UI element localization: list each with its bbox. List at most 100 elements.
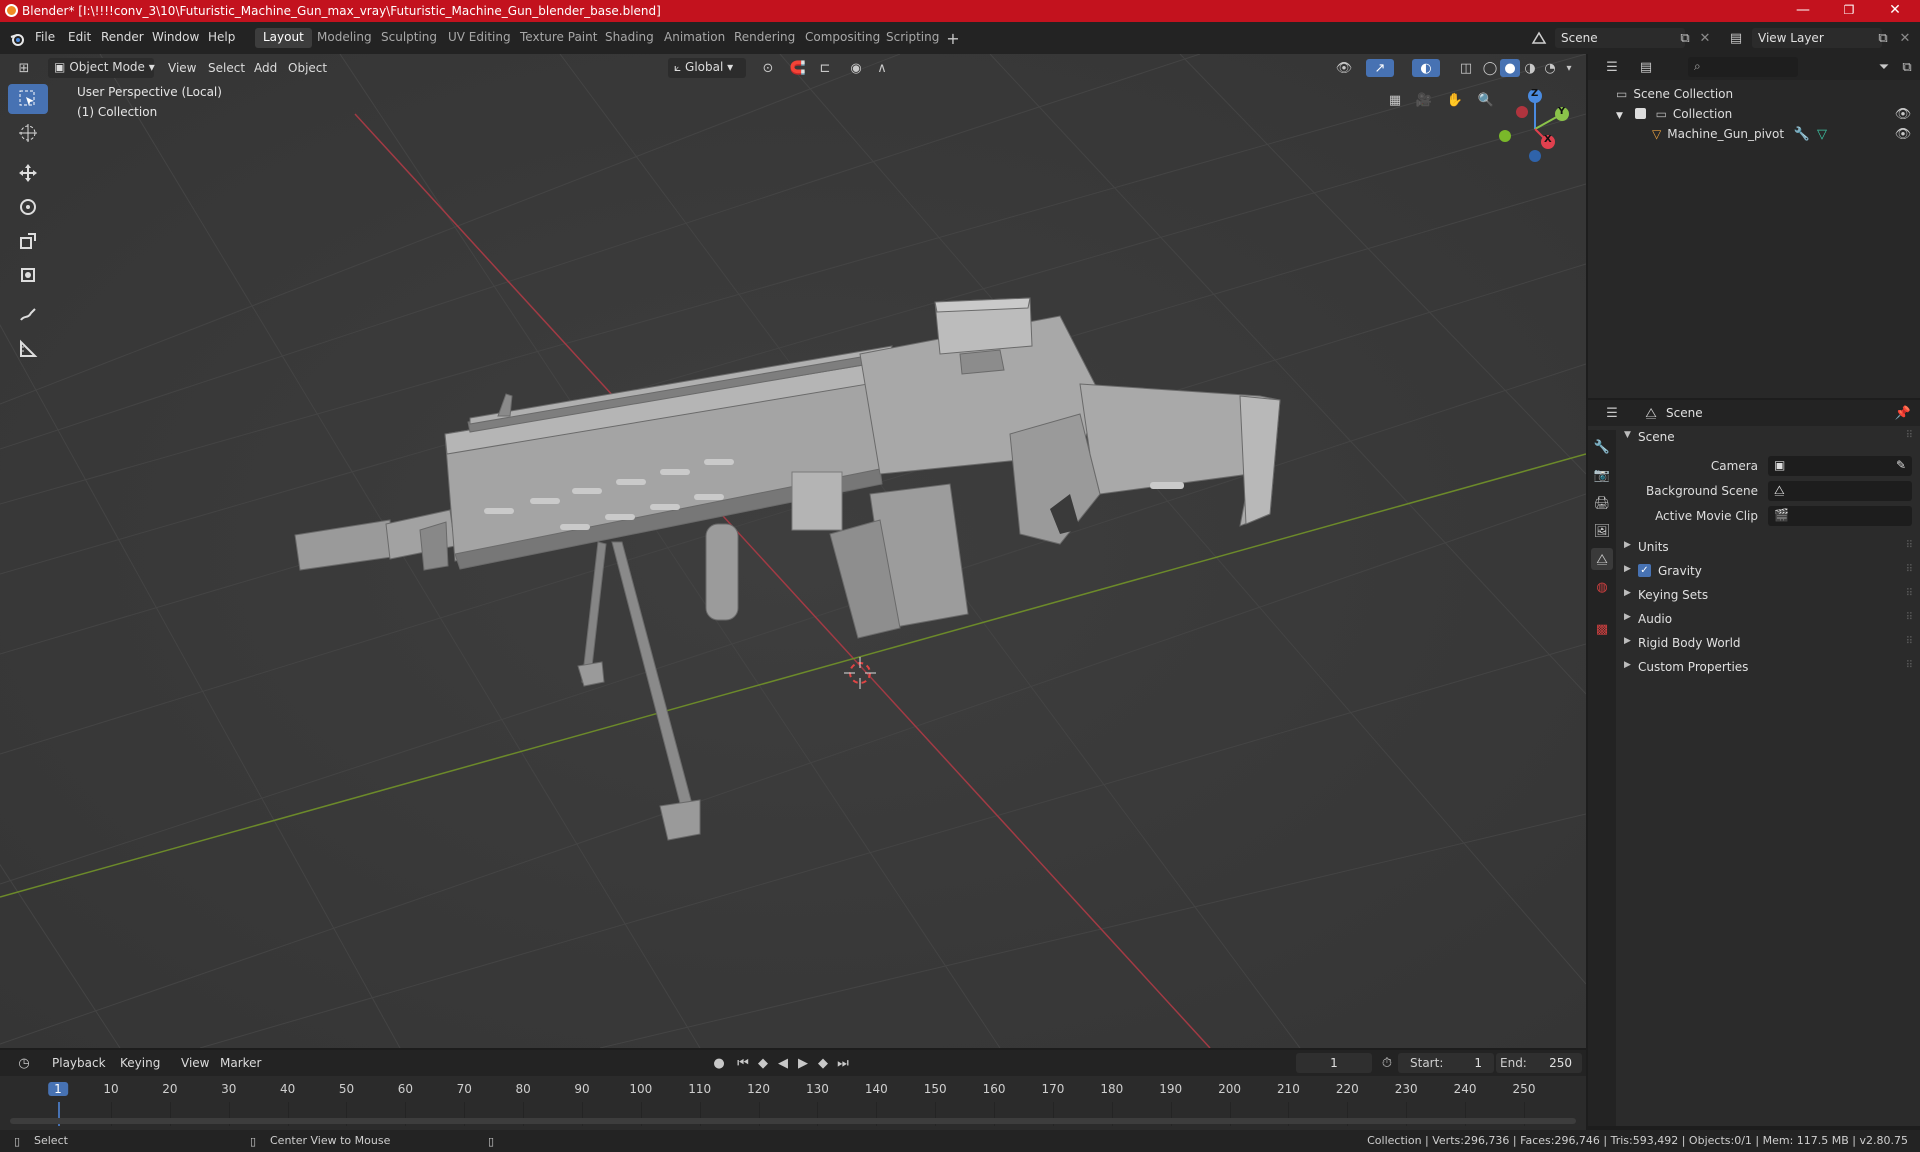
filter-icon[interactable]: ⏷ bbox=[1870, 58, 1898, 76]
add-workspace-icon[interactable]: + bbox=[944, 29, 962, 48]
editor-type-icon[interactable]: ⊞ bbox=[10, 59, 38, 77]
object-visibility-eye-icon[interactable]: 👁 bbox=[1894, 126, 1912, 142]
cursor-tool[interactable] bbox=[8, 118, 48, 148]
scene-name-field[interactable]: Scene bbox=[1555, 28, 1685, 48]
tab-layout[interactable]: Layout bbox=[255, 28, 312, 48]
play-reverse-icon[interactable]: ◀ bbox=[774, 1054, 792, 1072]
proportional-editing-icon[interactable]: ◉ bbox=[846, 59, 866, 77]
outliner-object-row[interactable]: ▽ Machine_Gun_pivot bbox=[1636, 127, 1784, 141]
outliner-scene-collection[interactable]: ▭ Scene Collection bbox=[1616, 87, 1733, 101]
menu-timeline-view[interactable]: View bbox=[181, 1056, 209, 1070]
blender-menu-icon[interactable] bbox=[8, 30, 26, 48]
camera-view-icon[interactable]: 🎥 bbox=[1412, 88, 1436, 112]
eyedropper-icon[interactable]: ✎ bbox=[1896, 458, 1906, 472]
expand-icon[interactable]: ▼ bbox=[1616, 111, 1623, 121]
zoom-icon[interactable]: 🔍 bbox=[1474, 88, 1498, 112]
solid-shading-icon[interactable]: ● bbox=[1500, 59, 1520, 77]
scale-tool[interactable] bbox=[8, 226, 48, 256]
overlay-toggle-icon[interactable]: ◐ bbox=[1412, 59, 1440, 77]
tab-shading[interactable]: Shading bbox=[597, 28, 662, 48]
new-scene-icon[interactable]: ⧉ bbox=[1676, 29, 1694, 47]
next-keyframe-icon[interactable]: ◆ bbox=[814, 1054, 832, 1072]
audio-panel[interactable]: ▶ Audio ⠿ bbox=[1618, 608, 1918, 630]
menu-file[interactable]: File bbox=[35, 30, 55, 44]
navigation-gizmo[interactable]: Z Y X bbox=[1490, 84, 1570, 164]
timeline-scrollbar[interactable] bbox=[10, 1118, 1576, 1124]
menu-add[interactable]: Add bbox=[254, 61, 277, 75]
camera-field[interactable]: ▣ ✎ bbox=[1768, 456, 1912, 476]
annotate-tool[interactable] bbox=[8, 300, 48, 330]
active-movie-clip-field[interactable]: 🎬 bbox=[1768, 506, 1912, 526]
menu-keying[interactable]: Keying bbox=[120, 1056, 160, 1070]
xray-icon[interactable]: ◫ bbox=[1456, 59, 1476, 77]
gizmo-toggle-icon[interactable]: ↗ bbox=[1366, 59, 1394, 77]
outliner-collection[interactable]: ▼ ▭ Collection bbox=[1616, 107, 1732, 121]
background-scene-field[interactable]: ⧋ bbox=[1768, 481, 1912, 501]
gravity-panel[interactable]: ▶ ✓ Gravity ⠿ bbox=[1618, 560, 1918, 582]
gravity-checkbox[interactable]: ✓ bbox=[1638, 564, 1651, 577]
tab-uv-editing[interactable]: UV Editing bbox=[440, 28, 519, 48]
tab-scripting[interactable]: Scripting bbox=[878, 28, 947, 48]
toggle-perspective-icon[interactable]: ▦ bbox=[1383, 88, 1407, 112]
checkbox-icon[interactable] bbox=[1634, 108, 1646, 119]
mode-dropdown[interactable]: ▣ Object Mode ▾ bbox=[48, 58, 155, 78]
delete-scene-icon[interactable]: ✕ bbox=[1696, 29, 1714, 47]
menu-view[interactable]: View bbox=[168, 61, 196, 75]
pan-hand-icon[interactable]: ✋ bbox=[1443, 88, 1467, 112]
collection-visibility-eye-icon[interactable]: 👁 bbox=[1894, 106, 1912, 122]
visibility-icon[interactable]: 👁 bbox=[1330, 59, 1358, 77]
tab-animation[interactable]: Animation bbox=[656, 28, 733, 48]
rigid-body-world-panel[interactable]: ▶ Rigid Body World ⠿ bbox=[1618, 632, 1918, 654]
view-layer-field[interactable]: View Layer bbox=[1752, 28, 1882, 48]
measure-tool[interactable] bbox=[8, 334, 48, 364]
tool-tab-icon[interactable]: 🔧 bbox=[1593, 438, 1611, 456]
new-collection-icon[interactable]: ⧉ bbox=[1898, 58, 1916, 76]
drag-grip-icon[interactable]: ⠿ bbox=[1906, 588, 1913, 599]
outliner-editor-type-icon[interactable]: ☰ bbox=[1598, 58, 1626, 76]
playhead-frame-label[interactable]: 1 bbox=[48, 1082, 68, 1096]
menu-marker[interactable]: Marker bbox=[220, 1056, 261, 1070]
play-icon[interactable]: ▶ bbox=[794, 1054, 812, 1072]
jump-end-icon[interactable]: ⏭ bbox=[834, 1054, 852, 1072]
menu-edit[interactable]: Edit bbox=[68, 30, 91, 44]
render-tab-icon[interactable]: 📷 bbox=[1593, 466, 1611, 484]
modifier-wrench-icon[interactable]: 🔧 bbox=[1794, 126, 1810, 142]
jump-start-icon[interactable]: ⏮ bbox=[734, 1054, 752, 1072]
tab-modeling[interactable]: Modeling bbox=[309, 28, 380, 48]
move-tool[interactable] bbox=[8, 158, 48, 188]
start-frame-field[interactable]: Start: 1 bbox=[1398, 1053, 1494, 1073]
properties-editor-type-icon[interactable]: ☰ bbox=[1598, 404, 1626, 422]
snap-icon[interactable]: 🧲 bbox=[788, 59, 808, 77]
wireframe-shading-icon[interactable]: ◯ bbox=[1480, 59, 1500, 77]
menu-window[interactable]: Window bbox=[152, 30, 199, 44]
keying-sets-panel[interactable]: ▶ Keying Sets ⠿ bbox=[1618, 584, 1918, 606]
menu-select[interactable]: Select bbox=[208, 61, 245, 75]
current-frame-field[interactable]: 1 bbox=[1296, 1053, 1372, 1073]
view-layer-tab-icon[interactable]: 🖼 bbox=[1593, 522, 1611, 540]
select-box-tool[interactable] bbox=[8, 84, 48, 114]
transform-tool[interactable] bbox=[8, 260, 48, 290]
scene-icon[interactable] bbox=[1525, 29, 1553, 47]
scene-section-header[interactable]: ▼ Scene ⠿ bbox=[1618, 426, 1918, 448]
delete-view-layer-icon[interactable]: ✕ bbox=[1896, 29, 1914, 47]
rotate-tool[interactable] bbox=[8, 192, 48, 222]
menu-playback[interactable]: Playback bbox=[52, 1056, 106, 1070]
drag-grip-icon[interactable]: ⠿ bbox=[1906, 612, 1913, 623]
minimize-button[interactable]: — bbox=[1780, 0, 1826, 22]
output-tab-icon[interactable]: 🖨 bbox=[1593, 494, 1611, 512]
new-view-layer-icon[interactable]: ⧉ bbox=[1874, 29, 1892, 47]
timeline-track[interactable]: 1 10 20 30 40 50 60 70 80 90 100 110 120 130 140 150 160… bbox=[0, 1076, 1586, 1130]
texture-tab-icon[interactable]: ▩ bbox=[1593, 620, 1611, 638]
record-icon[interactable]: ● bbox=[710, 1054, 728, 1072]
tab-compositing[interactable]: Compositing bbox=[797, 28, 888, 48]
timeline-editor-type-icon[interactable]: ◷ bbox=[10, 1054, 38, 1072]
view-layer-icon[interactable]: ▤ bbox=[1722, 29, 1750, 47]
rendered-shading-icon[interactable]: ◔ bbox=[1540, 59, 1560, 77]
outliner-search-field[interactable]: ⌕ bbox=[1688, 57, 1798, 77]
menu-render[interactable]: Render bbox=[101, 30, 144, 44]
material-shading-icon[interactable]: ◑ bbox=[1520, 59, 1540, 77]
drag-grip-icon[interactable]: ⠿ bbox=[1906, 636, 1913, 647]
drag-grip-icon[interactable]: ⠿ bbox=[1906, 564, 1913, 575]
display-mode-icon[interactable]: ▤ bbox=[1632, 58, 1660, 76]
transform-orientation-dropdown[interactable]: ⟀ Global ▾ bbox=[668, 58, 746, 78]
